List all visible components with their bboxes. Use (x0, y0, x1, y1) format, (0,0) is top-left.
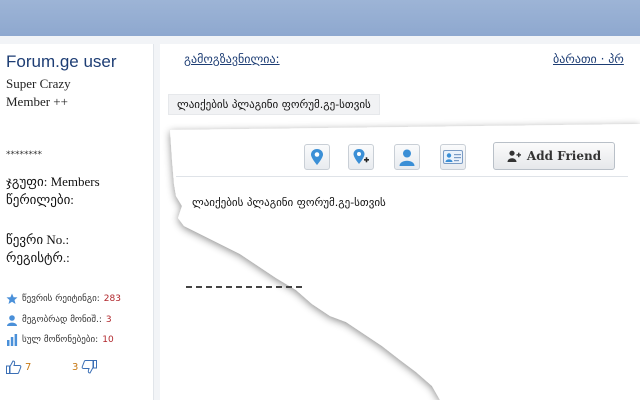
popup-post-text: ლაიქების პლაგინი ფორუმ.გე-სთვის (192, 196, 386, 209)
user-profile-icon (399, 149, 415, 166)
add-location-icon (353, 149, 369, 164)
add-friend-label: Add Friend (526, 149, 602, 163)
like-plugin-popup: Add Friend ლაიქების პლაგინი ფორუმ.გე-სთვ… (0, 0, 640, 400)
id-card-button[interactable] (440, 144, 466, 170)
add-user-icon (507, 150, 521, 162)
popup-toolbar: Add Friend (176, 136, 628, 177)
signature-divider (186, 286, 302, 288)
id-card-icon (443, 150, 463, 164)
user-profile-button[interactable] (394, 144, 420, 170)
location-button[interactable] (304, 144, 330, 170)
add-friend-button[interactable]: Add Friend (493, 142, 615, 170)
location-pin-icon (311, 149, 323, 165)
add-location-button[interactable] (348, 144, 374, 170)
